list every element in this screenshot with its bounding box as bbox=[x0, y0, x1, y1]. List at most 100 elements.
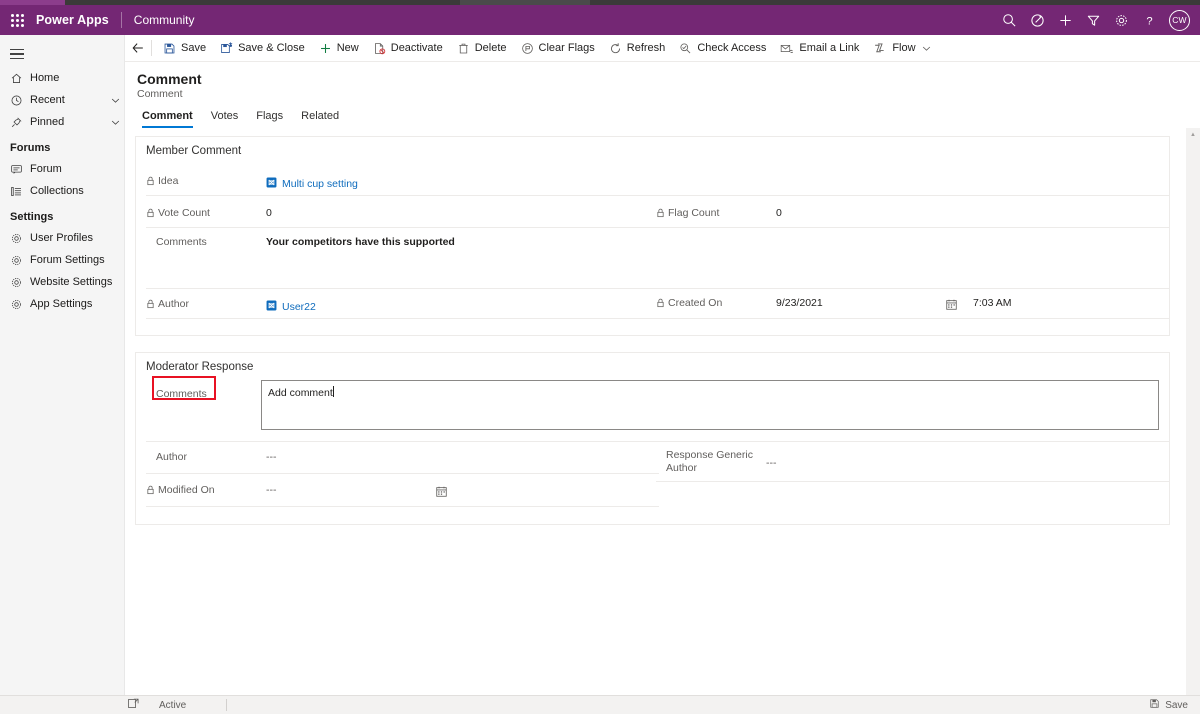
save-and-close-button[interactable]: Save & Close bbox=[213, 35, 312, 62]
tab-related[interactable]: Related bbox=[292, 106, 348, 128]
chevron-down-icon[interactable] bbox=[106, 96, 124, 105]
field-divider bbox=[656, 481, 1169, 482]
email-a-link-button[interactable]: Email a Link bbox=[773, 35, 866, 62]
save-close-icon bbox=[220, 41, 233, 55]
chevron-down-icon[interactable] bbox=[922, 44, 931, 53]
sidebar-collapse-button[interactable] bbox=[0, 41, 124, 67]
sidebar-item-recent[interactable]: Recent bbox=[0, 89, 124, 111]
label-text: Comments bbox=[156, 388, 207, 400]
app-name-label[interactable]: Community bbox=[134, 13, 195, 27]
status-bar: Active Save bbox=[0, 695, 1200, 714]
brand-title[interactable]: Power Apps bbox=[36, 13, 109, 27]
field-value-created-on-time[interactable]: 7:03 AM bbox=[973, 297, 1012, 309]
help-icon[interactable]: ? bbox=[1135, 5, 1163, 35]
sidebar-item-user-profiles[interactable]: User Profiles bbox=[0, 227, 124, 249]
deactivate-button[interactable]: Deactivate bbox=[366, 35, 450, 62]
field-row-flag-count: Flag Count 0 bbox=[656, 207, 1166, 220]
new-button[interactable]: New bbox=[312, 35, 366, 62]
sidebar-item-forum-settings[interactable]: Forum Settings bbox=[0, 249, 124, 271]
chevron-down-icon[interactable] bbox=[106, 118, 124, 127]
status-save-label: Save bbox=[1165, 699, 1188, 711]
tab-comment[interactable]: Comment bbox=[137, 106, 202, 128]
field-value-modified-on[interactable]: --- bbox=[266, 484, 436, 496]
field-label-idea: Idea bbox=[146, 175, 266, 188]
delete-button[interactable]: Delete bbox=[450, 35, 514, 62]
forum-icon bbox=[10, 163, 30, 176]
label-text: Vote Count bbox=[158, 207, 210, 219]
sidebar-item-website-settings[interactable]: Website Settings bbox=[0, 271, 124, 293]
save-icon bbox=[1149, 698, 1160, 712]
sidebar-item-collections[interactable]: Collections bbox=[0, 180, 124, 202]
command-label: New bbox=[336, 42, 359, 54]
save-button[interactable]: Save bbox=[156, 35, 213, 62]
waffle-grid bbox=[10, 13, 24, 27]
command-bar: Save Save & Close New Deactivate Delete … bbox=[125, 35, 1200, 62]
refresh-button[interactable]: Refresh bbox=[602, 35, 673, 62]
sidebar-item-label: Pinned bbox=[30, 116, 65, 128]
text-cursor bbox=[332, 386, 334, 397]
back-button[interactable] bbox=[125, 35, 151, 62]
calendar-icon[interactable] bbox=[436, 484, 447, 502]
avatar-initials: CW bbox=[1172, 15, 1187, 25]
lock-icon bbox=[146, 485, 155, 495]
field-row-author: Author User22 bbox=[146, 298, 656, 316]
pin-icon bbox=[10, 116, 30, 129]
field-value-moderator-author[interactable]: --- bbox=[266, 451, 277, 463]
field-value-flag-count[interactable]: 0 bbox=[776, 207, 782, 219]
status-left: Active bbox=[0, 698, 228, 712]
plus-icon[interactable] bbox=[1051, 5, 1079, 35]
field-label-vote-count: Vote Count bbox=[146, 207, 266, 220]
vertical-scrollbar[interactable]: ▲ bbox=[1186, 128, 1200, 695]
field-label-moderator-author: Author bbox=[146, 451, 266, 464]
app-launcher-icon[interactable] bbox=[0, 13, 34, 27]
check-access-button[interactable]: Check Access bbox=[672, 35, 773, 62]
search-icon[interactable] bbox=[995, 5, 1023, 35]
lock-icon bbox=[146, 299, 155, 309]
tab-flags[interactable]: Flags bbox=[247, 106, 292, 128]
tab-votes[interactable]: Votes bbox=[202, 106, 248, 128]
field-value-response-generic-author[interactable]: --- bbox=[766, 449, 777, 469]
sidebar-item-app-settings[interactable]: App Settings bbox=[0, 293, 124, 315]
field-value-author[interactable]: User22 bbox=[266, 298, 316, 316]
assistant-icon[interactable] bbox=[1023, 5, 1051, 35]
field-row-vote-count: Vote Count 0 bbox=[146, 207, 656, 220]
sidebar-item-label: App Settings bbox=[30, 298, 93, 310]
filter-icon[interactable] bbox=[1079, 5, 1107, 35]
sidebar-item-pinned[interactable]: Pinned bbox=[0, 111, 124, 133]
command-label: Email a Link bbox=[799, 42, 860, 54]
popout-icon[interactable] bbox=[128, 698, 139, 712]
app-header-actions: ? CW bbox=[995, 5, 1200, 35]
sidebar-item-forum[interactable]: Forum bbox=[0, 158, 124, 180]
sidebar-item-home[interactable]: Home bbox=[0, 67, 124, 89]
record-icon bbox=[266, 175, 277, 193]
field-divider bbox=[656, 227, 1169, 228]
section-title: Member Comment bbox=[146, 145, 242, 157]
field-value-comments[interactable]: Your competitors have this supported bbox=[266, 236, 455, 248]
gear-icon bbox=[10, 232, 30, 245]
field-row-created-on: Created On 9/23/2021 7:03 AM bbox=[656, 297, 1166, 315]
field-divider bbox=[146, 288, 1169, 289]
calendar-icon[interactable] bbox=[946, 297, 957, 315]
field-value-created-on-date[interactable]: 9/23/2021 bbox=[776, 297, 946, 309]
form-content: ▲ Member Comment Idea Multi cup setting bbox=[125, 128, 1200, 695]
moderator-comments-input[interactable]: Add comment bbox=[261, 380, 1159, 430]
field-label-flag-count: Flag Count bbox=[656, 207, 776, 220]
status-save-button[interactable]: Save bbox=[1149, 698, 1200, 712]
sidebar-item-label: Home bbox=[30, 72, 60, 84]
author-link[interactable]: User22 bbox=[282, 301, 316, 313]
clear-flags-button[interactable]: Clear Flags bbox=[514, 35, 602, 62]
sidebar: Home Recent Pinned Forums Forum Collecti… bbox=[0, 35, 125, 695]
idea-link[interactable]: Multi cup setting bbox=[282, 178, 358, 190]
flow-button[interactable]: Flow bbox=[866, 35, 937, 62]
field-value-vote-count[interactable]: 0 bbox=[266, 207, 272, 219]
avatar[interactable]: CW bbox=[1169, 9, 1190, 31]
scroll-up-arrow-icon[interactable]: ▲ bbox=[1190, 132, 1196, 138]
command-label: Deactivate bbox=[390, 42, 443, 54]
field-label-created-on: Created On bbox=[656, 297, 776, 310]
gear-icon bbox=[10, 298, 30, 311]
field-divider bbox=[656, 441, 1169, 442]
field-value-idea[interactable]: Multi cup setting bbox=[266, 175, 358, 193]
gear-icon[interactable] bbox=[1107, 5, 1135, 35]
command-label: Delete bbox=[474, 42, 507, 54]
lock-icon bbox=[146, 208, 155, 218]
